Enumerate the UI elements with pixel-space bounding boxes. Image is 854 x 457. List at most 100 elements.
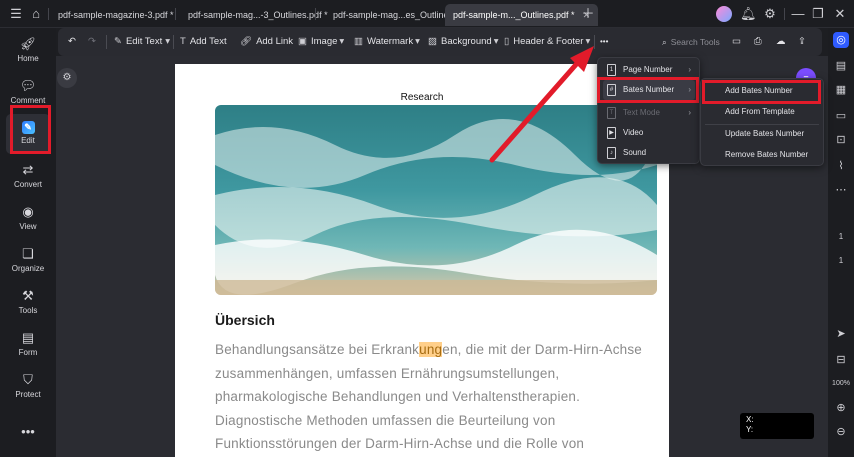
- gear-icon[interactable]: ⚙: [762, 6, 778, 22]
- shield-icon: ⛉: [23, 372, 33, 387]
- tab-1[interactable]: pdf-sample-magazine-3.pdf *: [50, 4, 182, 26]
- more-vertical-icon[interactable]: ⋯: [833, 182, 849, 198]
- image-button[interactable]: ▣ Image ▾: [298, 34, 348, 50]
- more-tools-button[interactable]: •••: [600, 34, 608, 50]
- attachment-icon[interactable]: ⌇: [833, 158, 849, 174]
- redo-icon[interactable]: ↷: [88, 34, 96, 50]
- sidebar-item-view[interactable]: ◉ View: [6, 200, 50, 240]
- convert-icon: ⇄: [22, 162, 34, 177]
- image-label: Image: [310, 36, 338, 47]
- new-tab-icon[interactable]: ＋: [580, 6, 596, 22]
- menu-item-video[interactable]: ▶ Video: [603, 123, 695, 143]
- add-bates-highlight-box: [702, 80, 821, 104]
- tab-2[interactable]: pdf-sample-mag...-3_Outlines.pdf *: [180, 4, 336, 26]
- line-text: en, die mit der Darm-Hirn-Achse: [442, 342, 643, 357]
- restore-icon[interactable]: ❐: [810, 6, 826, 22]
- sidebar-more-button[interactable]: •••: [6, 420, 50, 444]
- tab-label: pdf-sample-magazine-3.pdf *: [58, 10, 174, 20]
- watermark-button[interactable]: ▥ Watermark ▾: [354, 34, 424, 50]
- tab-4[interactable]: pdf-sample-m..._Outlines.pdf * ✕: [445, 4, 599, 26]
- menu-item-text-mode[interactable]: T Text Mode ›: [603, 103, 695, 123]
- sidebar-item-tools[interactable]: ⚒ Tools: [6, 284, 50, 324]
- comment-icon: 💬︎: [19, 78, 37, 93]
- edit-toolbar: ↶ ↷ ✎ Edit Text ▾ T Add Text 🔗︎ Add Link ▣ Im…: [58, 28, 822, 56]
- add-link-button[interactable]: 🔗︎ Add Link: [240, 34, 293, 50]
- chevron-down-icon: ▾: [415, 36, 420, 47]
- fit-page-icon[interactable]: ⊟: [833, 352, 849, 368]
- comment-panel-icon[interactable]: ▭: [833, 108, 849, 124]
- close-icon[interactable]: ✕: [832, 6, 848, 22]
- coordinates-readout: X: Y:: [740, 413, 814, 439]
- zoom-level[interactable]: 100%: [830, 380, 852, 387]
- body-line[interactable]: pharmakologische Behandlungen und Verhal…: [215, 389, 580, 404]
- menu-item-remove-bates-number[interactable]: Remove Bates Number: [705, 145, 819, 165]
- sidebar-label: Tools: [18, 306, 38, 315]
- save-icon[interactable]: ▭: [732, 34, 741, 50]
- menu-item-update-bates-number[interactable]: Update Bates Number: [705, 124, 819, 144]
- body-line[interactable]: Behandlungsansätze bei Erkrankungen, die…: [215, 342, 642, 357]
- watermark-label: Watermark: [366, 36, 414, 47]
- menu-item-label: Text Mode: [623, 108, 660, 117]
- body-line[interactable]: zusammenhängen, umfassen Ernährungsumste…: [215, 366, 559, 381]
- app-menu-icon[interactable]: ☰: [8, 6, 24, 22]
- body-line[interactable]: Funktionsstörungen der Darm-Hirn-Achse u…: [215, 436, 584, 451]
- add-text-icon: T: [180, 36, 186, 47]
- add-text-label: Add Text: [189, 36, 227, 47]
- home-icon[interactable]: ⌂: [28, 6, 44, 22]
- edit-text-button[interactable]: ✎ Edit Text ▾: [114, 34, 174, 50]
- bates-number-highlight-box: [597, 77, 699, 103]
- share-icon[interactable]: ⇪: [798, 34, 806, 50]
- form-icon: ▤: [21, 330, 35, 345]
- text-cursor-highlight: ung: [419, 342, 443, 357]
- watermark-icon: ▥: [354, 36, 363, 47]
- layout-icon[interactable]: ▦: [833, 82, 849, 98]
- body-line[interactable]: Diagnostische Methoden umfassen die Beur…: [215, 413, 555, 428]
- minimize-icon[interactable]: —: [790, 6, 806, 22]
- line-text: pharmakologische Behandlungen und Verhal…: [215, 389, 581, 404]
- panel-settings-icon[interactable]: ⚙: [57, 68, 77, 88]
- toolbox-icon: ⚒: [22, 288, 34, 303]
- rocket-icon: 🚀︎: [19, 36, 37, 51]
- tab-label: pdf-sample-mag...-3_Outlines.pdf *: [188, 10, 328, 20]
- undo-icon[interactable]: ↶: [68, 34, 76, 50]
- sidebar-item-form[interactable]: ▤ Form: [6, 326, 50, 366]
- tab-label: pdf-sample-m..._Outlines.pdf *: [453, 10, 575, 20]
- menu-item-sound[interactable]: ♪ Sound: [603, 143, 695, 163]
- y-coordinate-label: Y:: [746, 425, 754, 434]
- zoom-out-icon[interactable]: ⊖: [833, 424, 849, 440]
- sidebar-label: View: [19, 222, 37, 231]
- menu-item-add-from-template[interactable]: Add From Template: [705, 102, 819, 122]
- more-tools-menu: 1 Page Number › # Bates Number › T Text Mode ›…: [597, 57, 700, 164]
- video-icon: ▶: [607, 127, 616, 139]
- organize-icon: ❏: [22, 246, 34, 261]
- x-coordinate-label: X:: [746, 415, 754, 424]
- line-text: Diagnostische Methoden umfassen die Beur…: [215, 413, 556, 428]
- add-text-button[interactable]: T Add Text: [180, 34, 227, 50]
- sidebar-item-protect[interactable]: ⛉ Protect: [6, 368, 50, 408]
- more-icon: •••: [21, 424, 35, 439]
- search-tools-input[interactable]: ⌕ Search Tools: [662, 34, 720, 50]
- sound-icon: ♪: [607, 147, 616, 159]
- section-heading: Übersich: [215, 312, 275, 328]
- right-rail: ◎ ▤ ▦ ▭ ⊡ ⌇ ⋯ 1 1 ➤ ⊟ 100% ⊕ ⊖: [828, 28, 854, 457]
- line-text: Behandlungsansätze bei Erkrank: [215, 342, 420, 357]
- annotation-arrow: [489, 46, 594, 163]
- cloud-upload-icon[interactable]: ☁: [776, 34, 786, 50]
- page-total: 1: [838, 256, 844, 265]
- print-icon[interactable]: ⎙: [754, 34, 762, 50]
- bell-icon[interactable]: 🔔︎: [740, 6, 757, 22]
- page-current[interactable]: 1: [830, 232, 852, 241]
- chevron-right-icon: ›: [688, 108, 691, 117]
- sidebar-item-home[interactable]: 🚀︎ Home: [6, 32, 50, 72]
- bookmark-icon[interactable]: ⊡: [833, 132, 849, 148]
- avatar[interactable]: [716, 6, 732, 22]
- select-cursor-icon[interactable]: ➤: [833, 326, 849, 342]
- edit-highlight-box: [10, 105, 51, 154]
- zoom-in-icon[interactable]: ⊕: [833, 400, 849, 416]
- sidebar-item-convert[interactable]: ⇄ Convert: [6, 158, 50, 198]
- eye-icon: ◉: [22, 204, 34, 219]
- properties-icon[interactable]: ▤: [833, 58, 849, 74]
- sidebar-item-organize[interactable]: ❏ Organize: [6, 242, 50, 282]
- sidebar-label: Home: [17, 54, 39, 63]
- ai-icon[interactable]: ◎: [833, 32, 849, 48]
